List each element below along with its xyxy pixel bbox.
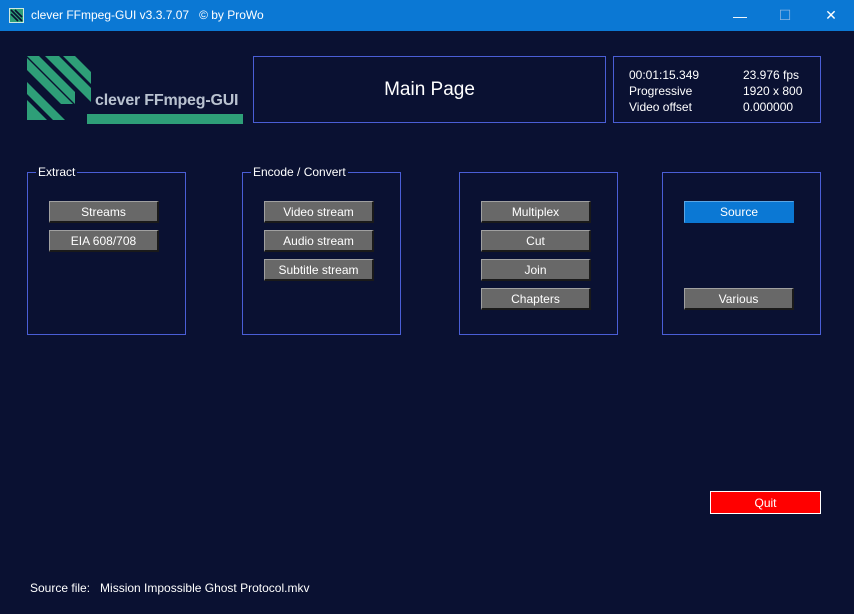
chapters-button[interactable]: Chapters (481, 288, 591, 310)
quit-button[interactable]: Quit (710, 491, 821, 514)
duration-value: 00:01:15.349 (629, 68, 700, 82)
navigation-group (662, 172, 821, 335)
ffmpeg-logo (27, 56, 243, 124)
minimize-button[interactable]: — (717, 0, 763, 31)
video-offset-label: Video offset (629, 100, 692, 114)
fps-value: 23.976 fps (743, 68, 800, 82)
various-button[interactable]: Various (684, 288, 794, 310)
ffmpeg-logo-icon (9, 8, 24, 23)
join-button[interactable]: Join (481, 259, 591, 281)
logo-text: clever FFmpeg-GUI (95, 92, 239, 109)
encode-convert-group: Encode / Convert (242, 166, 401, 335)
multiplex-button[interactable]: Multiplex (481, 201, 591, 223)
close-button[interactable]: ✕ (808, 0, 854, 31)
cut-button[interactable]: Cut (481, 230, 591, 252)
maximize-button[interactable]: ☐ (762, 0, 808, 31)
source-file-info: Source file: Mission Impossible Ghost Pr… (30, 581, 309, 595)
page-title: Main Page (384, 79, 475, 100)
streams-button[interactable]: Streams (49, 201, 159, 223)
window-title: clever FFmpeg-GUI v3.3.7.07 © by ProWo (31, 8, 264, 22)
audio-stream-button[interactable]: Audio stream (264, 230, 374, 252)
eia-608-708-button[interactable]: EIA 608/708 (49, 230, 159, 252)
extract-group: Extract (27, 166, 186, 335)
scan-type-value: Progressive (629, 84, 693, 98)
video-offset-value: 0.000000 (743, 100, 794, 114)
multiplex-group (459, 172, 618, 335)
source-button[interactable]: Source (684, 201, 794, 223)
extract-group-label: Extract (36, 165, 78, 179)
media-info-panel: 00:01:15.349 23.976 fps Progressive 1920… (613, 56, 821, 123)
page-title-panel: Main Page (253, 56, 606, 123)
subtitle-stream-button[interactable]: Subtitle stream (264, 259, 374, 281)
video-stream-button[interactable]: Video stream (264, 201, 374, 223)
source-file-name: Mission Impossible Ghost Protocol.mkv (100, 581, 310, 595)
source-file-label: Source file: (30, 581, 91, 595)
resolution-value: 1920 x 800 (743, 84, 803, 98)
encode-convert-group-label: Encode / Convert (251, 165, 348, 179)
title-bar[interactable]: clever FFmpeg-GUI v3.3.7.07 © by ProWo —… (0, 0, 854, 31)
